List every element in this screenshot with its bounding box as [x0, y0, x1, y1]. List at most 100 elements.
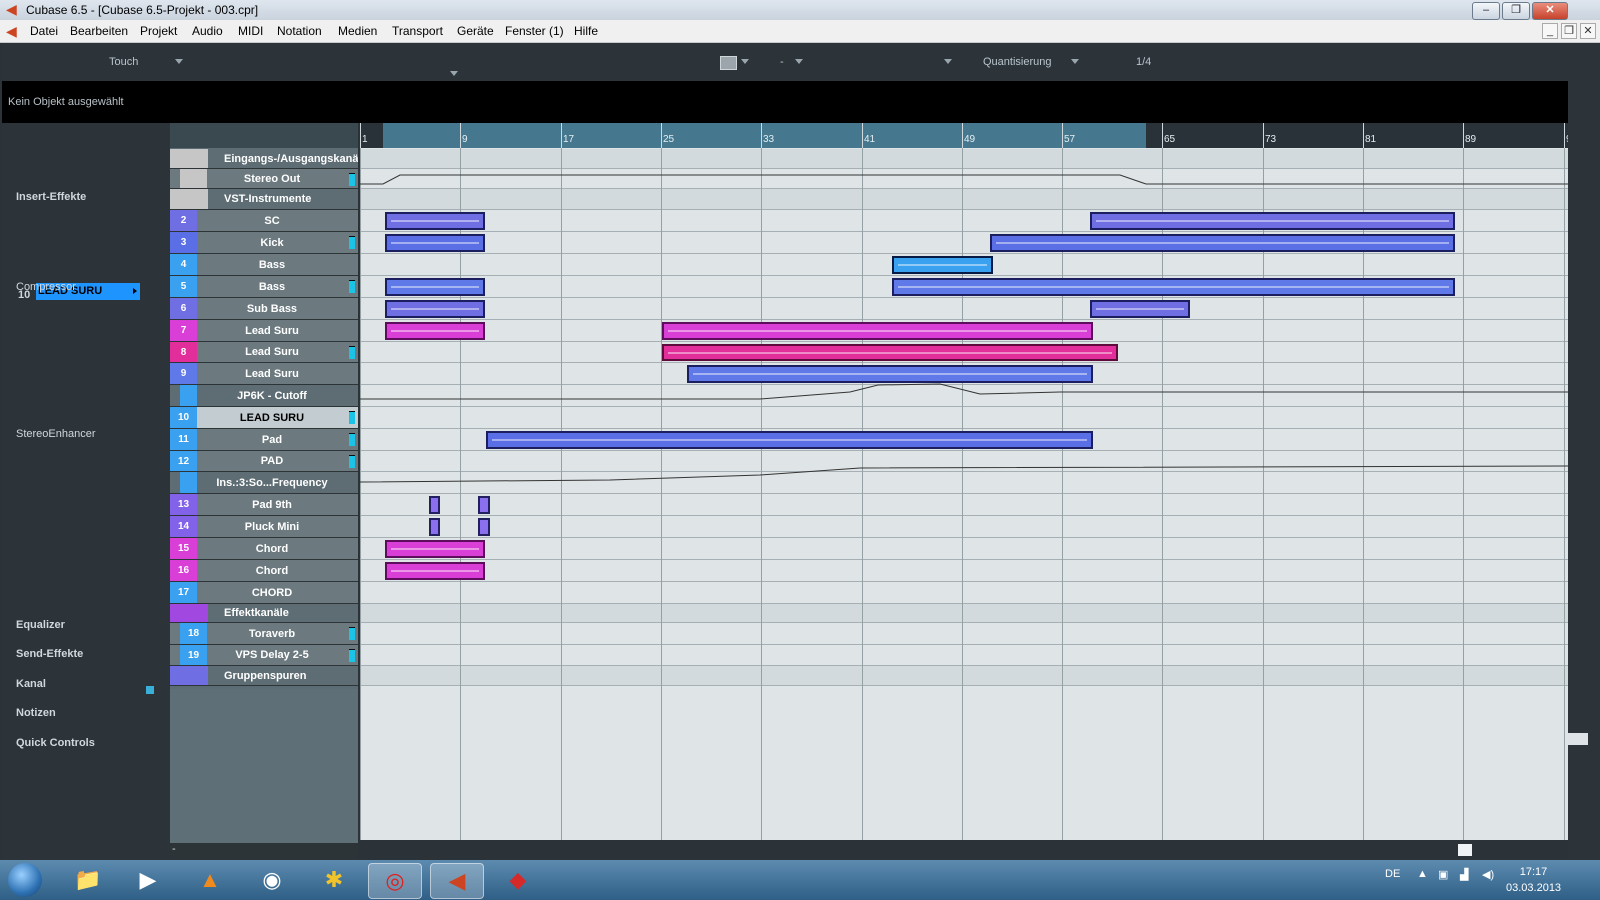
event-part[interactable]	[385, 278, 485, 296]
mdi-minimize-button[interactable]: _	[1542, 23, 1558, 39]
menu-geraete[interactable]: Geräte	[457, 24, 494, 38]
event-part[interactable]	[478, 518, 490, 536]
color-arrow-icon[interactable]	[741, 59, 749, 64]
event-part[interactable]	[486, 431, 1093, 449]
event-part[interactable]	[385, 322, 485, 340]
restore-button[interactable]: ❐	[1502, 2, 1530, 20]
event-part[interactable]	[385, 212, 485, 230]
volume-icon[interactable]: ◀)	[1482, 868, 1494, 881]
show-hidden-icons[interactable]: ▲	[1417, 868, 1428, 880]
track-row[interactable]: 14 Pluck Mini	[170, 516, 358, 538]
track-row[interactable]: 7 Lead Suru	[170, 320, 358, 342]
inspector-equalizer[interactable]: Equalizer	[16, 619, 65, 631]
snap-type-arrow-icon[interactable]	[450, 71, 458, 76]
horizontal-scrollbar[interactable]	[360, 840, 1568, 860]
track-row[interactable]: 16 Chord	[170, 560, 358, 582]
track-row[interactable]: 6 Sub Bass	[170, 298, 358, 320]
track-row[interactable]: 17 CHORD	[170, 582, 358, 604]
menu-fenster[interactable]: Fenster (1)	[505, 24, 564, 38]
track-row[interactable]: 19 VPS Delay 2-5	[170, 645, 358, 666]
inspector-stereoenhancer[interactable]: StereoEnhancer	[16, 428, 96, 440]
track-row[interactable]: VST-Instrumente	[170, 189, 358, 210]
inspector-kanal[interactable]: Kanal	[16, 678, 46, 690]
track-row[interactable]: 13 Pad 9th	[170, 494, 358, 516]
inspector-quick-controls[interactable]: Quick Controls	[16, 737, 95, 749]
explorer-icon[interactable]: 📁	[62, 863, 114, 897]
cubase-menu-icon[interactable]: ◀	[6, 23, 17, 40]
event-part[interactable]	[892, 278, 1455, 296]
quantize-arrow-icon[interactable]	[1071, 59, 1079, 64]
track-row[interactable]: Effektkanäle	[170, 604, 358, 623]
track-row[interactable]: Ins.:3:So...Frequency	[170, 472, 358, 494]
event-part[interactable]	[385, 540, 485, 558]
event-display[interactable]	[360, 148, 1568, 840]
event-part[interactable]	[662, 344, 1118, 361]
event-part[interactable]	[990, 234, 1455, 252]
inspector-notizen[interactable]: Notizen	[16, 707, 56, 719]
menu-hilfe[interactable]: Hilfe	[574, 24, 598, 38]
track-row[interactable]: 10 LEAD SURU	[170, 407, 358, 429]
track-row[interactable]: 12 PAD	[170, 451, 358, 472]
minimize-button[interactable]: –	[1472, 2, 1500, 20]
event-part[interactable]	[892, 256, 993, 274]
automation-mode-select[interactable]: Touch	[109, 56, 138, 68]
menu-transport[interactable]: Transport	[392, 24, 443, 38]
event-part[interactable]	[1090, 300, 1190, 318]
quantize-label[interactable]: Quantisierung	[983, 56, 1052, 68]
event-part[interactable]	[429, 496, 440, 514]
horizontal-scroll-thumb[interactable]	[1458, 844, 1472, 856]
track-row[interactable]: 3 Kick	[170, 232, 358, 254]
vertical-scrollbar[interactable]	[1568, 43, 1600, 860]
event-part[interactable]	[687, 365, 1093, 383]
inspector-compressor[interactable]: Compressor	[16, 281, 76, 293]
expand-arrow-icon[interactable]	[133, 288, 137, 294]
track-row[interactable]: 9 Lead Suru	[170, 363, 358, 385]
snap-value-arrow-icon[interactable]	[795, 59, 803, 64]
mdi-restore-button[interactable]: ❐	[1561, 23, 1577, 39]
track-row[interactable]: 8 Lead Suru	[170, 342, 358, 363]
inspector-insert-effects[interactable]: Insert-Effekte	[16, 191, 86, 203]
event-part[interactable]	[385, 234, 485, 252]
event-part[interactable]	[478, 496, 490, 514]
language-indicator[interactable]: DE	[1385, 868, 1400, 880]
menu-bearbeiten[interactable]: Bearbeiten	[70, 24, 128, 38]
opera-icon[interactable]: ◎	[368, 863, 422, 899]
vlc-icon[interactable]: ▲	[184, 863, 236, 897]
track-row[interactable]: Eingangs-/Ausgangskanäle	[170, 149, 358, 169]
track-row[interactable]: 15 Chord	[170, 538, 358, 560]
color-swatch-button[interactable]	[720, 56, 737, 70]
menu-notation[interactable]: Notation	[277, 24, 322, 38]
menu-projekt[interactable]: Projekt	[140, 24, 177, 38]
track-row[interactable]: Stereo Out	[170, 169, 358, 189]
tools-icon[interactable]: ✱	[308, 863, 360, 897]
track-row[interactable]: 5 Bass	[170, 276, 358, 298]
menu-audio[interactable]: Audio	[192, 24, 223, 38]
vertical-scroll-thumb[interactable]	[1568, 733, 1588, 745]
start-button[interactable]	[8, 863, 42, 897]
track-row[interactable]: 11 Pad	[170, 429, 358, 451]
quantize-value[interactable]: 1/4	[1136, 56, 1151, 68]
track-list-empty-area[interactable]	[170, 689, 358, 843]
automation-mode-arrow-icon[interactable]	[175, 59, 183, 64]
menu-datei[interactable]: Datei	[30, 24, 58, 38]
event-part[interactable]	[429, 518, 440, 536]
device-icon[interactable]: ▣	[1438, 868, 1448, 881]
inspector-send-effects[interactable]: Send-Effekte	[16, 648, 83, 660]
event-part[interactable]	[662, 322, 1093, 340]
event-part[interactable]	[1090, 212, 1455, 230]
timeline-ruler[interactable]: 191725334149576573818997	[360, 123, 1577, 148]
audio-app-icon[interactable]: ◉	[246, 863, 298, 897]
track-row[interactable]: 18 Toraverb	[170, 623, 358, 645]
network-icon[interactable]: ▟	[1460, 868, 1468, 881]
menu-medien[interactable]: Medien	[338, 24, 377, 38]
game-icon[interactable]: ◆	[492, 863, 544, 897]
system-clock[interactable]: 17:17 03.03.2013	[1506, 864, 1561, 896]
event-part[interactable]	[385, 562, 485, 580]
event-part[interactable]	[385, 300, 485, 318]
mdi-close-button[interactable]: ✕	[1580, 23, 1596, 39]
track-row[interactable]: 4 Bass	[170, 254, 358, 276]
media-player-icon[interactable]: ▶	[122, 863, 174, 897]
grid-arrow-icon[interactable]	[944, 59, 952, 64]
cubase-taskbar-icon[interactable]: ◀	[430, 863, 484, 899]
track-row[interactable]: JP6K - Cutoff	[170, 385, 358, 407]
